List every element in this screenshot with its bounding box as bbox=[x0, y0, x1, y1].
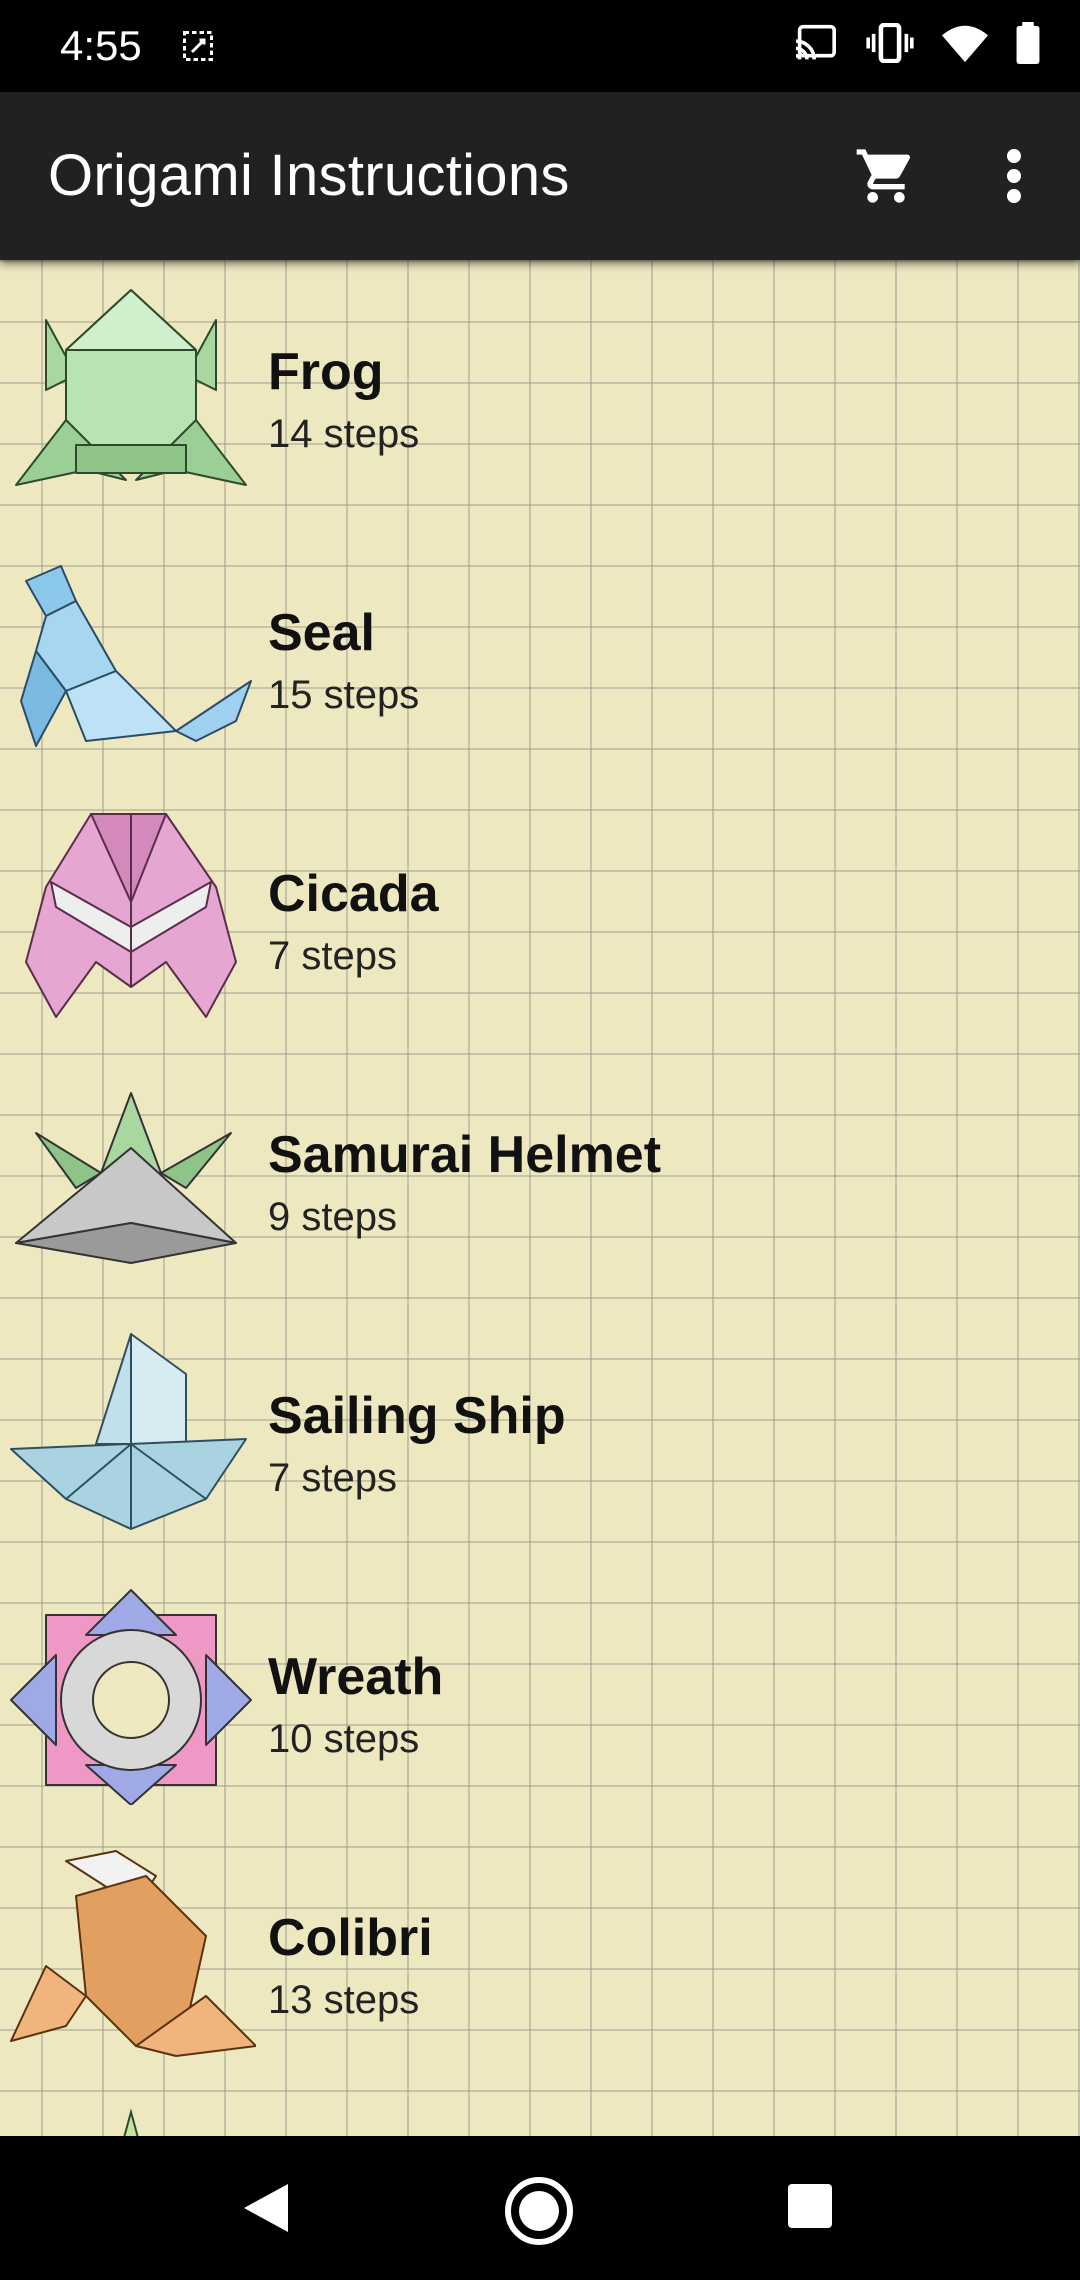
sailing-ship-origami-icon bbox=[10, 1333, 247, 1530]
item-title: Seal bbox=[268, 604, 375, 662]
more-options-button[interactable] bbox=[990, 140, 1038, 212]
back-icon[interactable] bbox=[240, 2180, 292, 2236]
list-item-seal[interactable]: Seal 15 steps bbox=[0, 521, 1080, 782]
app-bar: Origami Instructions bbox=[0, 92, 1080, 260]
item-steps: 9 steps bbox=[268, 1195, 397, 1239]
item-steps: 15 steps bbox=[268, 673, 420, 717]
navigation-bar bbox=[0, 2136, 1080, 2280]
app-title: Origami Instructions bbox=[48, 143, 570, 208]
more-vert-icon bbox=[1007, 149, 1021, 203]
list-item-sailing-ship[interactable]: Sailing Ship 7 steps bbox=[0, 1304, 1080, 1565]
recents-icon[interactable] bbox=[786, 2182, 834, 2230]
screenshot-edit-icon bbox=[183, 31, 213, 61]
item-steps: 10 steps bbox=[268, 1717, 420, 1761]
item-title: Colibri bbox=[268, 1909, 433, 1967]
item-title: Sailing Ship bbox=[268, 1387, 566, 1445]
item-steps: 7 steps bbox=[268, 1456, 397, 1500]
item-steps: 14 steps bbox=[268, 412, 420, 456]
wreath-origami-icon bbox=[10, 1589, 252, 1805]
status-time: 4:55 bbox=[60, 22, 142, 69]
seal-origami-icon bbox=[20, 565, 252, 747]
origami-list: Frog 14 steps Seal 15 steps Cicada 7 ste… bbox=[0, 260, 1080, 2136]
origami-thumbnail-partial bbox=[123, 2108, 139, 2136]
cart-button[interactable] bbox=[850, 140, 922, 212]
list-item-colibri[interactable]: Colibri 13 steps bbox=[0, 1826, 1080, 2087]
item-title: Frog bbox=[268, 343, 384, 401]
battery-icon bbox=[1016, 22, 1040, 64]
colibri-origami-icon bbox=[10, 1850, 256, 2057]
list-item-frog[interactable]: Frog 14 steps bbox=[0, 260, 1080, 521]
vibrate-icon bbox=[866, 23, 914, 63]
cicada-origami-icon bbox=[25, 813, 237, 1018]
list-item-cicada[interactable]: Cicada 7 steps bbox=[0, 782, 1080, 1043]
samurai-helmet-origami-icon bbox=[15, 1092, 237, 1264]
status-bar: 4:55 bbox=[0, 0, 1080, 92]
wifi-icon bbox=[942, 25, 988, 63]
item-title: Samurai Helmet bbox=[268, 1126, 662, 1184]
cast-icon bbox=[795, 24, 836, 60]
list-item-partial[interactable] bbox=[0, 2087, 1080, 2136]
item-steps: 7 steps bbox=[268, 934, 397, 978]
item-title: Wreath bbox=[268, 1648, 444, 1706]
item-steps: 13 steps bbox=[268, 1978, 420, 2022]
list-item-wreath[interactable]: Wreath 10 steps bbox=[0, 1565, 1080, 1826]
list-item-samurai-helmet[interactable]: Samurai Helmet 9 steps bbox=[0, 1043, 1080, 1304]
item-title: Cicada bbox=[268, 865, 439, 923]
home-icon[interactable] bbox=[504, 2176, 574, 2246]
shopping-cart-icon bbox=[856, 149, 911, 203]
frog-origami-icon bbox=[15, 289, 247, 486]
